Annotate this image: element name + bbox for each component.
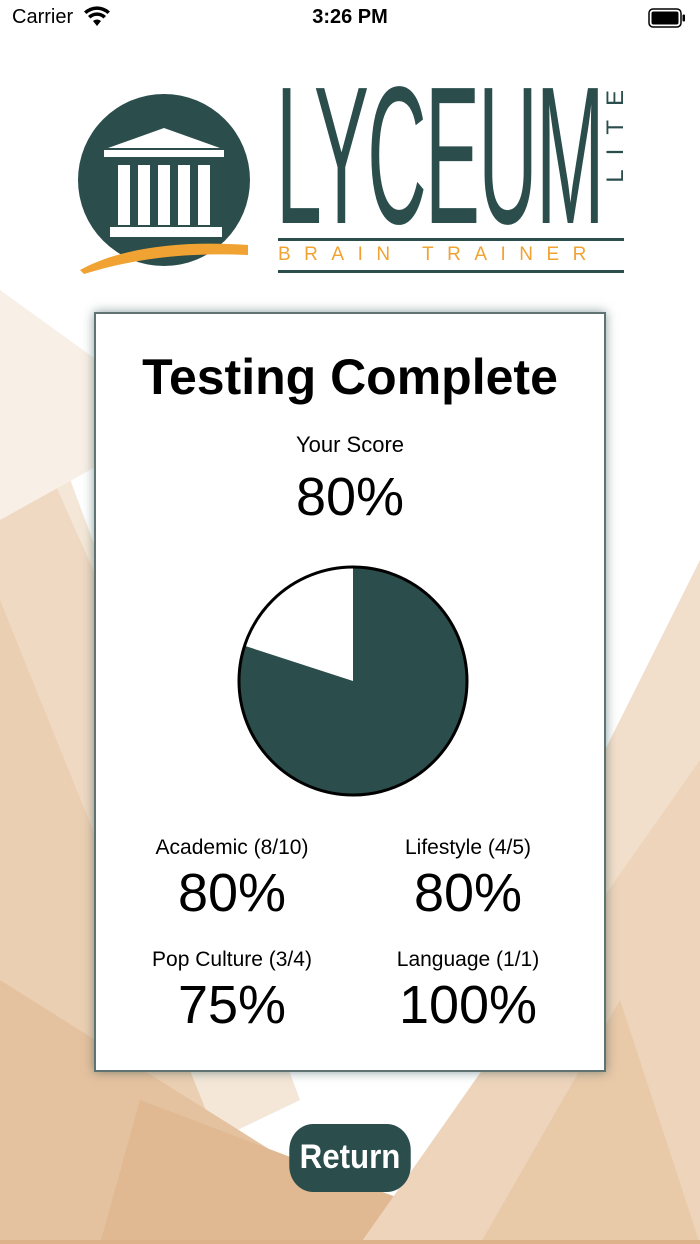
- clock: 3:26 PM: [312, 6, 388, 28]
- category-value: 75%: [177, 975, 287, 1035]
- category-value: 80%: [177, 863, 287, 923]
- temple-icon: [78, 94, 250, 274]
- category-lifestyle: Lifestyle (4/5) 80%: [348, 836, 588, 924]
- battery-icon: [648, 8, 685, 28]
- category-label: Lifestyle (4/5): [404, 836, 532, 859]
- logo-subtitle: BRAIN TRAINER: [278, 244, 600, 265]
- category-academic: Academic (8/10) 80%: [112, 836, 352, 924]
- app-logo: LYCEUM LITE BRAIN TRAINER: [70, 58, 640, 280]
- category-language: Language (1/1) 100%: [348, 948, 588, 1036]
- logo-divider: [278, 270, 624, 273]
- page-title: Testing Complete: [142, 349, 558, 405]
- logo-edition: LITE: [602, 76, 629, 183]
- category-label: Academic (8/10): [155, 836, 309, 859]
- score-pie-chart: [237, 565, 469, 797]
- logo-divider: [278, 238, 624, 241]
- category-value: 80%: [413, 863, 523, 923]
- score-value: 80%: [295, 467, 405, 527]
- category-label: Language (1/1): [396, 948, 540, 971]
- return-button[interactable]: Return: [289, 1124, 411, 1192]
- category-pop-culture: Pop Culture (3/4) 75%: [112, 948, 352, 1036]
- status-bar: Carrier 3:26 PM: [0, 0, 700, 36]
- category-value: 100%: [398, 975, 538, 1035]
- logo-title: LYCEUM: [276, 46, 605, 265]
- category-label: Pop Culture (3/4): [152, 948, 312, 971]
- score-label: Your Score: [295, 432, 405, 457]
- results-card: Testing Complete Your Score 80% Academic…: [94, 312, 606, 1072]
